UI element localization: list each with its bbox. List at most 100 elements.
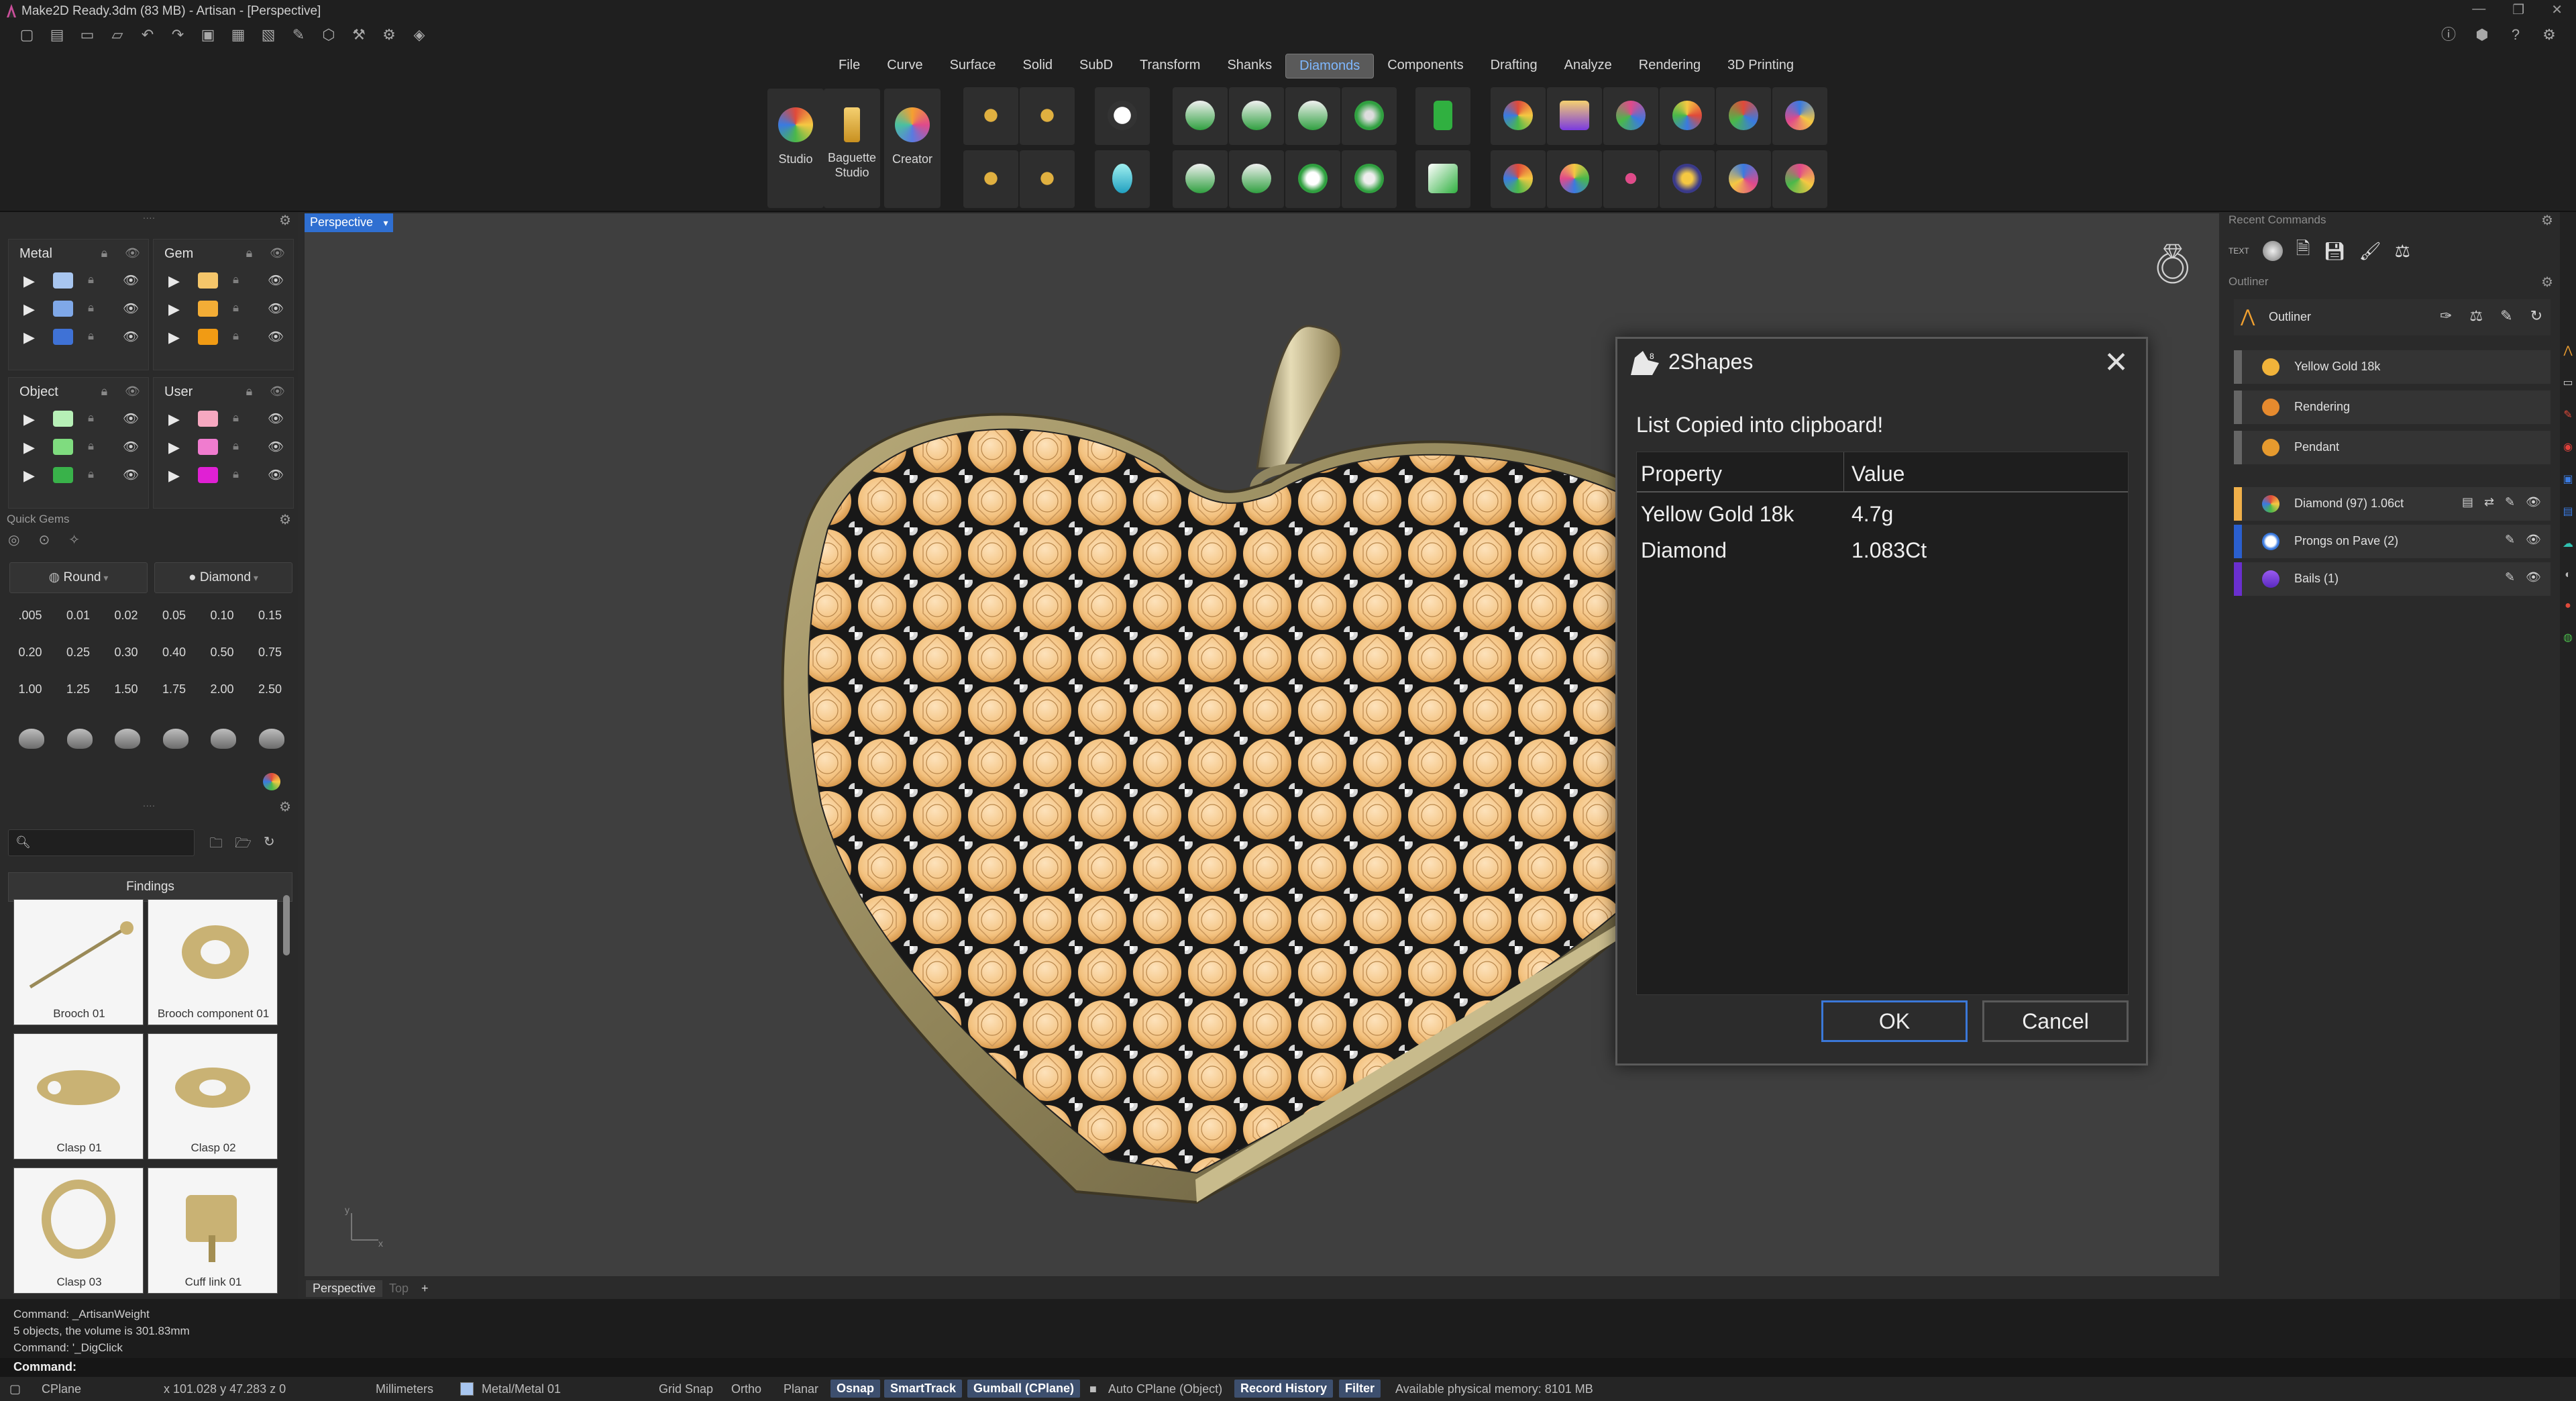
group-icon[interactable]: ▤ <box>2462 495 2473 509</box>
outliner-settings-icon[interactable]: ⚙ <box>2541 274 2553 291</box>
outliner-item[interactable]: Prongs on Pave (2) ✎ 👁︎ <box>2234 525 2551 558</box>
creator-button[interactable]: Creator <box>884 89 941 208</box>
layer-color-swatch[interactable] <box>53 467 73 483</box>
analyze-3-button[interactable] <box>1603 87 1658 145</box>
filter-toggle[interactable]: Filter <box>1339 1380 1381 1398</box>
studio-button[interactable]: Studio <box>767 89 824 208</box>
gem-tool-1-icon[interactable]: ◎ <box>8 531 19 548</box>
menu-tab-file[interactable]: File <box>825 54 873 79</box>
menu-tab-diamonds[interactable]: Diamonds <box>1285 54 1375 79</box>
gem-size-button[interactable]: 0.25 <box>58 637 99 668</box>
layer-color-swatch[interactable] <box>198 329 218 345</box>
planar-toggle[interactable]: Planar <box>784 1382 818 1396</box>
menu-tab-transform[interactable]: Transform <box>1126 54 1214 79</box>
minimize-icon[interactable]: — <box>2472 1 2485 18</box>
gem-size-button[interactable]: .005 <box>9 600 51 631</box>
print-icon[interactable]: ▧ <box>259 25 278 44</box>
cut-cushion-icon[interactable] <box>115 729 140 749</box>
table-row[interactable]: Yellow Gold 18k 4.7g <box>1637 495 2128 531</box>
pipette-icon[interactable]: ✑ <box>2440 307 2452 325</box>
layer-row[interactable]: ▶ 🔒︎ 👁︎ <box>154 295 293 323</box>
strip-palette-icon[interactable]: ◍ <box>2563 631 2573 644</box>
library-settings-icon[interactable]: ⚙ <box>279 798 291 815</box>
outliner-item[interactable]: Rendering <box>2234 391 2551 424</box>
round-gem-button[interactable] <box>1095 87 1150 145</box>
auto-cplane-checkbox[interactable]: ■ <box>1089 1382 1097 1396</box>
menu-tab-drafting[interactable]: Drafting <box>1477 54 1551 79</box>
shape-dropdown[interactable]: ◍ Round ▾ <box>9 562 148 593</box>
menu-tab-subd[interactable]: SubD <box>1066 54 1126 79</box>
outliner-item[interactable]: Diamond (97) 1.06ct ▤ ⇄ ✎ 👁︎ <box>2234 487 2551 521</box>
quick-gems-settings-icon[interactable]: ⚙ <box>279 511 291 528</box>
finding-item[interactable]: Cuff link 01 <box>148 1168 278 1294</box>
menu-tab-analyze[interactable]: Analyze <box>1551 54 1625 79</box>
findings-dropdown[interactable]: Findings <box>8 872 292 902</box>
eye-icon[interactable]: 👁︎ <box>123 329 139 345</box>
grid-snap-toggle[interactable]: Grid Snap <box>659 1382 713 1396</box>
gem-size-button[interactable]: 0.02 <box>105 600 147 631</box>
layer-group-header[interactable]: User 🔒︎ 👁︎ <box>154 378 293 405</box>
units-status[interactable]: Millimeters <box>376 1382 433 1396</box>
lock-icon[interactable]: 🔒︎ <box>246 246 253 260</box>
layer-group-header[interactable]: Gem 🔒︎ 👁︎ <box>154 240 293 266</box>
layer-group-header[interactable]: Metal 🔒︎ 👁︎ <box>9 240 148 266</box>
gem-chain-button[interactable] <box>1020 87 1075 145</box>
recent-doc-icon[interactable]: 🗎 <box>2296 236 2310 266</box>
layer-group-header[interactable]: Object 🔒︎ 👁︎ <box>9 378 148 405</box>
gem-size-button[interactable]: 2.00 <box>201 674 243 705</box>
play-icon[interactable]: ▶ <box>23 272 35 290</box>
play-icon[interactable]: ▶ <box>23 439 35 456</box>
menu-tab-components[interactable]: Components <box>1374 54 1477 79</box>
play-icon[interactable]: ▶ <box>23 411 35 428</box>
gem-size-button[interactable]: 2.50 <box>250 674 291 705</box>
header-divider[interactable] <box>1843 452 1844 492</box>
current-layer[interactable]: Metal/Metal 01 <box>482 1382 561 1396</box>
lock-icon[interactable]: 🔒︎ <box>88 301 94 315</box>
gem-size-button[interactable]: 0.20 <box>9 637 51 668</box>
layer-row[interactable]: ▶ 🔒︎ 👁︎ <box>9 295 148 323</box>
play-icon[interactable]: ▶ <box>168 329 180 346</box>
strip-sun-icon[interactable]: ◐ <box>2565 569 2571 581</box>
sketch-icon[interactable]: ✎ <box>289 25 308 44</box>
panel-grip-2[interactable]: ···· <box>0 800 298 812</box>
analyze-5-button[interactable] <box>1716 87 1771 145</box>
lock-icon[interactable]: 🔒︎ <box>88 411 94 425</box>
cplane-status[interactable]: CPlane <box>42 1382 81 1396</box>
baguette-studio-button[interactable]: Baguette Studio <box>824 89 880 208</box>
tool2-icon[interactable]: ⚙ <box>380 25 398 44</box>
new-file-icon[interactable]: ▢ <box>17 25 36 44</box>
finding-item[interactable]: Brooch 01 <box>13 899 144 1025</box>
lock-icon[interactable]: 🔒︎ <box>233 301 239 315</box>
eye-icon[interactable]: 👁︎ <box>2526 533 2541 547</box>
outliner-item[interactable]: Pendant <box>2234 431 2551 464</box>
eye-icon[interactable]: 👁︎ <box>268 439 284 455</box>
panel-grip[interactable]: ···· <box>0 212 298 224</box>
eye-icon[interactable]: 👁︎ <box>123 467 139 483</box>
layer-row[interactable]: ▶ 🔒︎ 👁︎ <box>9 405 148 433</box>
finding-item[interactable]: Clasp 03 <box>13 1168 144 1294</box>
lock-icon[interactable]: 🔒︎ <box>233 329 239 343</box>
lock-icon[interactable]: 🔒︎ <box>88 439 94 453</box>
layer-color-swatch[interactable] <box>198 467 218 483</box>
gem-tool-2-icon[interactable]: ⊙ <box>38 531 50 548</box>
setting-1-button[interactable] <box>1173 87 1228 145</box>
menu-tab-solid[interactable]: Solid <box>1010 54 1066 79</box>
strip-env-icon[interactable]: ☁ <box>2563 537 2573 550</box>
cut-marquise-icon[interactable] <box>211 729 236 749</box>
smarttrack-toggle[interactable]: SmartTrack <box>884 1380 963 1398</box>
gem-pair-button[interactable] <box>1020 150 1075 208</box>
lock-icon[interactable]: 🔒︎ <box>233 411 239 425</box>
material-dropdown[interactable]: ● Diamond ▾ <box>154 562 292 593</box>
value-header[interactable]: Value <box>1851 462 1904 486</box>
lock-icon[interactable]: 🔒︎ <box>233 439 239 453</box>
eye-icon[interactable]: 👁︎ <box>268 467 284 483</box>
library-search-input[interactable]: 🔍︎ <box>8 829 195 856</box>
table-row[interactable]: Diamond 1.083Ct <box>1637 531 2128 568</box>
redo-icon[interactable]: ↷ <box>168 25 187 44</box>
eye-icon[interactable]: 👁︎ <box>123 301 139 317</box>
open-folder-icon[interactable]: ▭ <box>78 25 97 44</box>
gem-size-button[interactable]: 0.10 <box>201 600 243 631</box>
setting-3-button[interactable] <box>1285 87 1340 145</box>
eye-icon[interactable]: 👁︎ <box>268 272 284 289</box>
restore-icon[interactable]: ❐ <box>2512 1 2524 18</box>
